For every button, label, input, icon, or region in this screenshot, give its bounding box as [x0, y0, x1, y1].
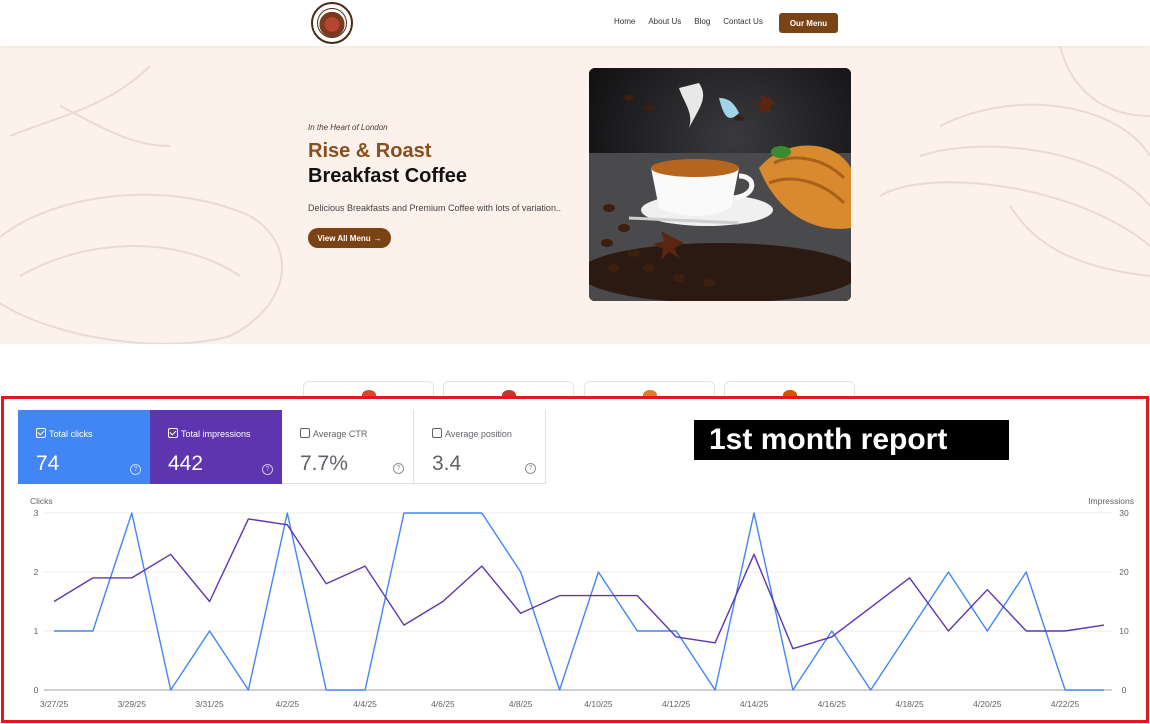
- y-tick-left: 3: [34, 508, 39, 518]
- nav-about-link[interactable]: About Us: [648, 17, 681, 26]
- x-tick-label: 4/12/25: [662, 699, 691, 709]
- arrow-right-icon: →: [373, 233, 382, 243]
- y-tick-left: 0: [34, 685, 39, 695]
- x-tick-label: 4/6/25: [431, 699, 455, 709]
- y-tick-left: 1: [34, 626, 39, 636]
- x-tick-label: 4/2/25: [276, 699, 300, 709]
- nav-blog-link[interactable]: Blog: [694, 17, 710, 26]
- coffee-bean-sketch-background: [0, 46, 1150, 344]
- site-header: Home About Us Blog Contact Us Our Menu: [0, 0, 1150, 46]
- nav-home-link[interactable]: Home: [614, 17, 635, 26]
- x-tick-label: 4/20/25: [973, 699, 1002, 709]
- rise-and-roast-logo[interactable]: [311, 2, 353, 44]
- hero-title-main: Breakfast Coffee: [308, 165, 467, 187]
- main-nav: Home About Us Blog Contact Us: [614, 17, 776, 26]
- y-tick-left: 2: [34, 567, 39, 577]
- x-tick-label: 4/4/25: [353, 699, 377, 709]
- coffee-cup-croissant-photo: [589, 68, 851, 301]
- search-performance-report: Total clicks 74 ? Total impressions 442 …: [1, 396, 1149, 723]
- x-tick-label: 4/16/25: [818, 699, 847, 709]
- y-tick-right: 10: [1119, 626, 1129, 636]
- y-tick-right: 0: [1122, 685, 1127, 695]
- hero-section: In the Heart of London Rise & Roast Brea…: [0, 46, 1150, 344]
- x-tick-label: 3/27/25: [40, 699, 69, 709]
- hero-subtitle: Delicious Breakfasts and Premium Coffee …: [308, 203, 561, 213]
- x-tick-label: 4/18/25: [895, 699, 924, 709]
- y-tick-right: 30: [1119, 508, 1129, 518]
- view-all-menu-button[interactable]: View All Menu →: [308, 228, 391, 248]
- nav-contact-link[interactable]: Contact Us: [723, 17, 763, 26]
- y-tick-right: 20: [1119, 567, 1129, 577]
- x-tick-label: 4/10/25: [584, 699, 613, 709]
- report-badge: 1st month report: [694, 420, 1009, 460]
- x-tick-label: 4/22/25: [1051, 699, 1080, 709]
- y-axis-label-left: Clicks: [30, 496, 53, 506]
- x-tick-label: 4/14/25: [740, 699, 769, 709]
- x-tick-label: 4/8/25: [509, 699, 533, 709]
- logo-emblem: [317, 8, 347, 38]
- hero-title-brand: Rise & Roast: [308, 140, 432, 162]
- hero-tagline: In the Heart of London: [308, 123, 388, 132]
- coffee-photo-illustration: [589, 68, 851, 301]
- series-line-clicks: [54, 512, 1104, 691]
- x-tick-label: 3/31/25: [195, 699, 224, 709]
- our-menu-button[interactable]: Our Menu: [779, 13, 838, 33]
- x-tick-label: 3/29/25: [118, 699, 147, 709]
- view-all-menu-label: View All Menu: [317, 233, 371, 243]
- y-axis-label-right: Impressions: [1088, 496, 1134, 506]
